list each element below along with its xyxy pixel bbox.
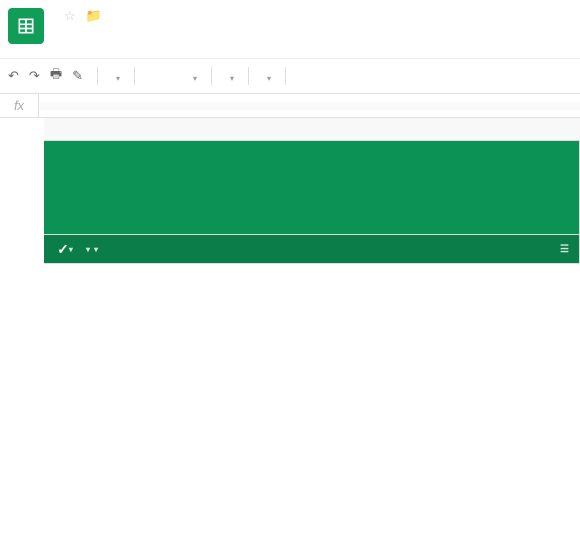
folder-icon[interactable]: 📁 [86,8,102,24]
star-icon[interactable]: ☆ [64,8,76,24]
redo-icon[interactable]: ↷ [29,68,40,84]
fx-label: fx [0,94,39,117]
filter-icon[interactable]: ▾ [69,245,73,254]
undo-icon[interactable]: ↶ [8,68,19,84]
paint-icon[interactable]: ✎ [72,68,83,84]
sheets-logo [8,8,44,44]
font-size[interactable] [263,69,271,84]
print-icon[interactable]: 🖶 [50,65,62,87]
header-row: ✓▾ ▾▾ ☰ [44,235,580,264]
filter-icon[interactable]: ▾ [86,245,90,254]
sort-icon[interactable]: ▾ [94,245,98,254]
formula-bar[interactable] [39,102,580,110]
num-format[interactable] [189,69,197,84]
check-header-icon[interactable]: ✓ [57,241,69,258]
todo-banner [44,140,580,235]
zoom-select[interactable] [112,69,120,84]
font-select[interactable] [226,69,234,84]
filter-icon[interactable]: ☰ [560,244,569,255]
